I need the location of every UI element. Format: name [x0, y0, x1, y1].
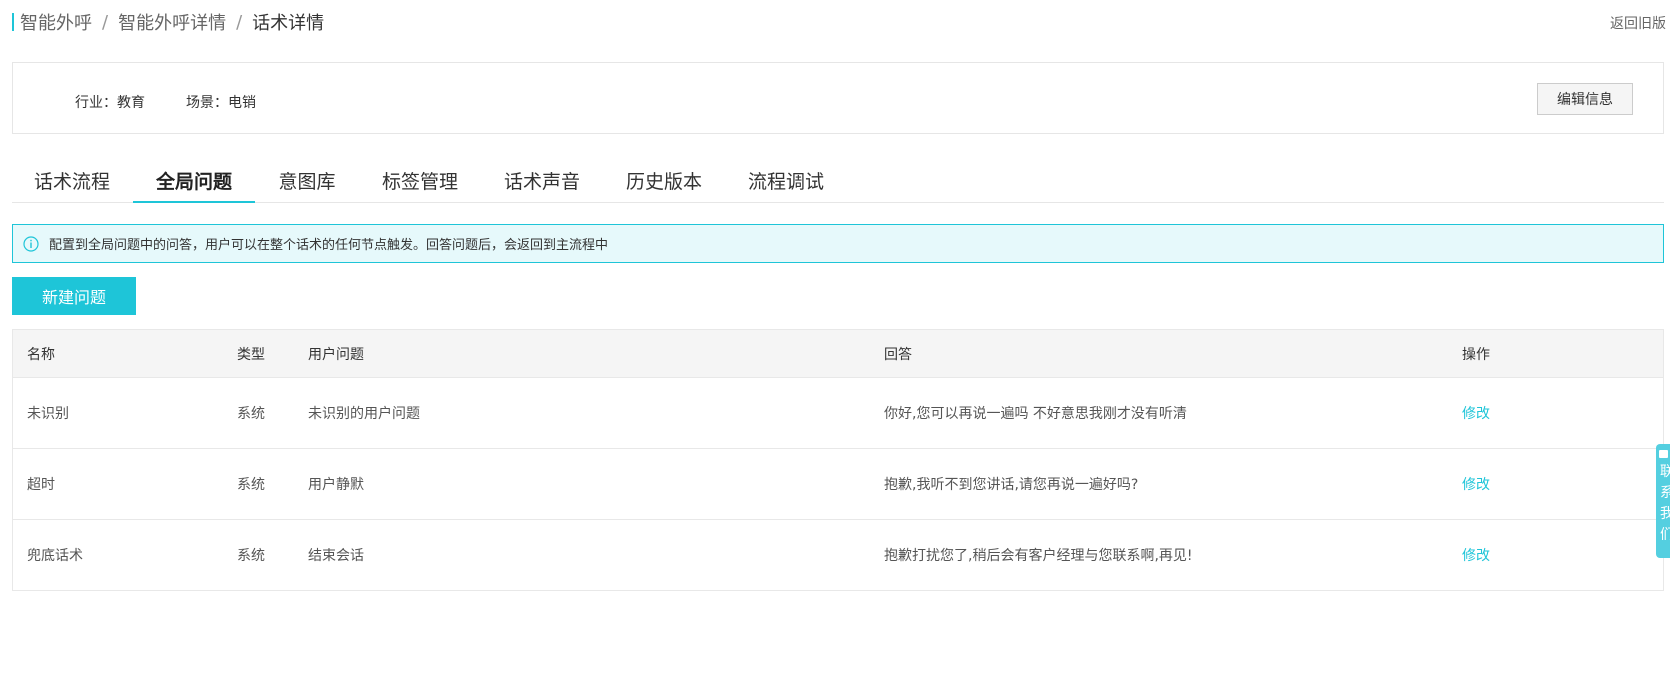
new-question-button[interactable]: 新建问题: [12, 277, 136, 315]
row-question: 结束会话: [308, 548, 364, 564]
back-to-old-version-link[interactable]: 返回旧版: [1610, 13, 1666, 33]
tab-global-questions[interactable]: 全局问题: [133, 158, 255, 203]
row-name: 兜底话术: [27, 548, 83, 564]
script-info-card: 行业：教育 场景：电销 编辑信息: [12, 62, 1664, 134]
tab-tag-management[interactable]: 标签管理: [375, 158, 465, 202]
notice-text: 配置到全局问题中的问答，用户可以在整个话术的任何节点触发。回答问题后，会返回到主…: [49, 238, 609, 253]
table-header: 名称 类型 用户问题 回答 操作: [13, 330, 1663, 378]
row-answer: 你好,您可以再说一遍吗 不好意思我刚才没有听清: [884, 406, 1187, 422]
column-header-action: 操作: [1462, 346, 1490, 363]
global-questions-table: 名称 类型 用户问题 回答 操作 未识别 系统 未识别的用户问题 你好,您可以再…: [12, 329, 1664, 591]
tab-script-flow[interactable]: 话术流程: [12, 158, 132, 202]
breadcrumb-separator: /: [102, 11, 109, 33]
tab-script-voice[interactable]: 话术声音: [497, 158, 587, 202]
breadcrumb-item-smart-call[interactable]: 智能外呼: [20, 9, 92, 35]
column-header-name: 名称: [27, 346, 55, 363]
chat-icon: [1659, 450, 1668, 458]
breadcrumb-separator: /: [236, 11, 243, 33]
breadcrumb-accent-bar: [12, 13, 14, 31]
row-question: 未识别的用户问题: [308, 406, 420, 422]
row-question: 用户静默: [308, 477, 364, 493]
tab-bar: 话术流程 全局问题 意图库 标签管理 话术声音 历史版本 流程调试: [12, 158, 1664, 203]
column-header-type: 类型: [237, 346, 265, 363]
table-row: 超时 系统 用户静默 抱歉,我听不到您讲话,请您再说一遍好吗? 修改: [13, 449, 1663, 520]
tab-intent-library[interactable]: 意图库: [269, 158, 345, 202]
row-type: 系统: [237, 406, 265, 422]
row-name: 未识别: [27, 406, 69, 422]
top-bar: 智能外呼 / 智能外呼详情 / 话术详情 返回旧版: [0, 0, 1670, 42]
breadcrumb-item-smart-call-detail[interactable]: 智能外呼详情: [118, 9, 226, 35]
info-icon: [23, 235, 39, 252]
row-answer: 抱歉打扰您了,稍后会有客户经理与您联系啊,再见!: [884, 548, 1193, 564]
contact-us-float-button[interactable]: 联系我们: [1656, 444, 1670, 558]
column-header-user-question: 用户问题: [308, 346, 364, 363]
breadcrumb-item-current: 话术详情: [252, 13, 325, 34]
column-header-answer: 回答: [884, 346, 912, 363]
edit-link[interactable]: 修改: [1462, 449, 1490, 519]
row-answer: 抱歉,我听不到您讲话,请您再说一遍好吗?: [884, 477, 1139, 493]
info-notice: 配置到全局问题中的问答，用户可以在整个话术的任何节点触发。回答问题后，会返回到主…: [12, 224, 1664, 263]
scene-label: 场景：电销: [186, 95, 256, 111]
table-row: 未识别 系统 未识别的用户问题 你好,您可以再说一遍吗 不好意思我刚才没有听清 …: [13, 378, 1663, 449]
edit-info-button[interactable]: 编辑信息: [1537, 83, 1633, 115]
breadcrumb: 智能外呼 / 智能外呼详情 / 话术详情: [12, 9, 324, 35]
row-type: 系统: [237, 548, 265, 564]
row-type: 系统: [237, 477, 265, 493]
table-row: 兜底话术 系统 结束会话 抱歉打扰您了,稍后会有客户经理与您联系啊,再见! 修改: [13, 520, 1663, 590]
industry-label: 行业：教育: [75, 95, 145, 111]
tab-history-versions[interactable]: 历史版本: [619, 158, 709, 202]
edit-link[interactable]: 修改: [1462, 520, 1490, 590]
row-name: 超时: [27, 477, 55, 493]
contact-us-label: 联系我们: [1660, 464, 1670, 543]
tab-flow-debug[interactable]: 流程调试: [741, 158, 831, 202]
edit-link[interactable]: 修改: [1462, 378, 1490, 448]
